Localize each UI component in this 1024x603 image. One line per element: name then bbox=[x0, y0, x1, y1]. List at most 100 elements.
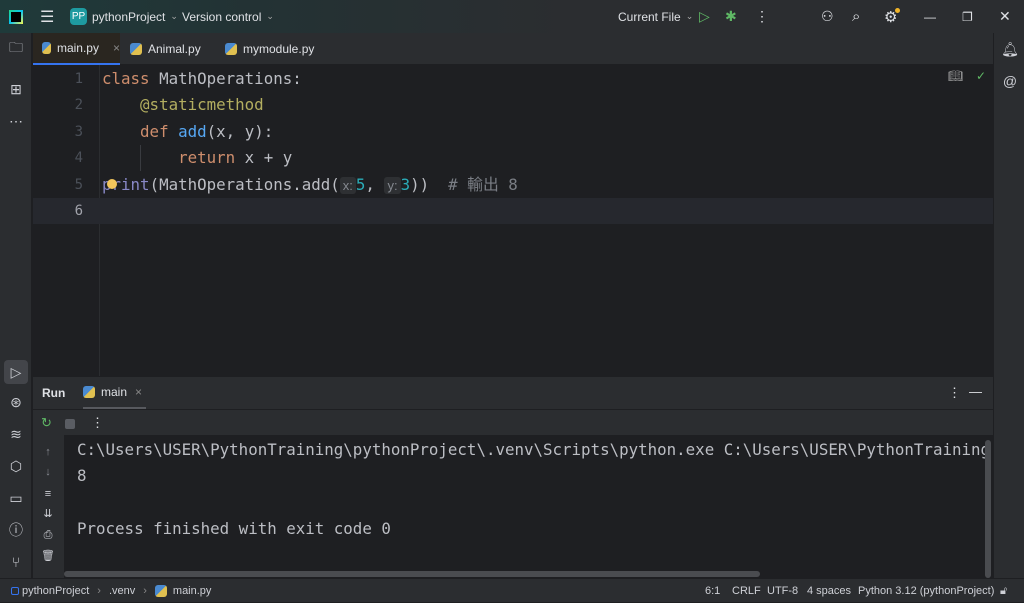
left-tool-strip: 🗀 ⊞ ⋯ ▷ ⊛ ≋ ⬡ ▭ ⓘ ⑂ bbox=[0, 33, 32, 578]
indent-guide bbox=[140, 145, 141, 171]
more-tools-icon[interactable]: ⋯ bbox=[6, 111, 26, 131]
code-line-5: print(MathOperations.add(x: 5, y: 3)) # 輸出… bbox=[102, 175, 518, 194]
line-number: 2 bbox=[74, 97, 83, 113]
python-file-icon bbox=[42, 42, 51, 54]
close-tab-icon[interactable]: × bbox=[135, 385, 142, 399]
param-hint: x: bbox=[339, 177, 356, 194]
minimize-button[interactable]: — bbox=[924, 0, 936, 33]
file-encoding[interactable]: UTF-8 bbox=[767, 579, 798, 603]
python-file-icon bbox=[130, 43, 142, 55]
module-icon bbox=[11, 587, 19, 595]
vertical-scrollbar[interactable] bbox=[985, 440, 991, 578]
param-hint: y: bbox=[384, 177, 401, 194]
run-icon[interactable]: ▷ bbox=[699, 0, 710, 33]
down-arrow-icon[interactable]: ↓ bbox=[41, 465, 55, 479]
rerun-icon[interactable]: ↻ bbox=[41, 415, 52, 431]
intention-bulb-icon[interactable] bbox=[107, 179, 117, 189]
python-interpreter[interactable]: Python 3.12 (pythonProject) bbox=[858, 579, 994, 603]
tab-animal-py[interactable]: Animal.py bbox=[130, 33, 201, 65]
project-badge: PP bbox=[70, 8, 87, 25]
close-window-button[interactable]: ✕ bbox=[999, 0, 1011, 33]
current-line-highlight bbox=[33, 198, 993, 224]
console-line: Process finished with exit code 0 bbox=[77, 519, 391, 538]
scroll-to-end-icon[interactable]: ⇊ bbox=[41, 507, 55, 521]
line-number: 6 bbox=[74, 203, 83, 219]
right-tool-strip: 🔔︎ @ bbox=[993, 33, 1024, 578]
project-folder-icon[interactable]: 🗀 bbox=[6, 39, 26, 59]
line-number: 1 bbox=[74, 71, 83, 87]
close-tab-icon[interactable]: × bbox=[113, 41, 120, 55]
python-console-icon[interactable]: ⊛ bbox=[6, 392, 26, 412]
caret-position[interactable]: 6:1 bbox=[705, 579, 720, 603]
debug-icon[interactable]: ✱ bbox=[725, 0, 737, 33]
settings-icon[interactable]: ⚙ bbox=[884, 0, 900, 33]
chevron-down-icon: ⌄ bbox=[170, 11, 178, 21]
vcs-label: Version control bbox=[182, 9, 262, 24]
console-output[interactable]: C:\Users\USER\PythonTraining\pythonProje… bbox=[64, 435, 993, 578]
services-icon[interactable]: ⬡ bbox=[6, 456, 26, 476]
code-editor[interactable]: 1 2 3 4 5 6 class MathOperations: @stati… bbox=[33, 65, 993, 376]
code-line-2: @staticmethod bbox=[140, 95, 264, 114]
python-file-icon bbox=[154, 585, 167, 597]
horizontal-scrollbar[interactable] bbox=[64, 571, 760, 577]
more-icon[interactable]: ⋮ bbox=[755, 0, 769, 33]
code-line-1: class MathOperations: bbox=[102, 69, 302, 88]
lock-icon[interactable]: 🔓︎ bbox=[1000, 579, 1007, 603]
maximize-button[interactable]: ❐ bbox=[962, 0, 973, 33]
line-number: 3 bbox=[74, 124, 83, 140]
run-config-label: Current File bbox=[618, 9, 681, 24]
tab-main-py[interactable]: main.py × bbox=[33, 33, 120, 65]
divider bbox=[33, 409, 993, 410]
ai-assistant-icon[interactable]: @ bbox=[1000, 71, 1020, 91]
vcs-selector[interactable]: Version control ⌄ bbox=[182, 0, 274, 33]
add-user-icon[interactable]: ⚇ bbox=[821, 0, 834, 33]
more-icon[interactable]: ⋮ bbox=[91, 415, 104, 431]
notifications-icon[interactable]: 🔔︎ bbox=[1000, 39, 1020, 59]
inspection-ok-icon[interactable]: ✓ bbox=[976, 69, 986, 83]
breadcrumb: pythonProject › .venv › main.py bbox=[11, 579, 211, 603]
app-logo-icon bbox=[9, 0, 23, 33]
indent-setting[interactable]: 4 spaces bbox=[807, 579, 851, 603]
reader-mode-icon[interactable]: 📖︎ bbox=[948, 69, 963, 83]
run-config-selector[interactable]: Current File ⌄ bbox=[618, 0, 693, 33]
run-config-tab[interactable]: main × bbox=[83, 377, 146, 409]
structure-icon[interactable]: ⊞ bbox=[6, 79, 26, 99]
search-icon[interactable]: ⌕ bbox=[852, 0, 860, 33]
options-icon[interactable]: ⋮ bbox=[948, 385, 961, 401]
chevron-down-icon: ⌄ bbox=[266, 11, 274, 21]
tab-label: Animal.py bbox=[148, 42, 201, 56]
up-arrow-icon[interactable]: ↑ bbox=[41, 445, 55, 459]
line-separator[interactable]: CRLF bbox=[732, 579, 761, 603]
code-line-4: return x + y bbox=[178, 148, 293, 167]
tab-label: main bbox=[101, 385, 128, 399]
breadcrumb-item[interactable]: main.py bbox=[173, 579, 212, 603]
python-packages-icon[interactable]: ≋ bbox=[6, 424, 26, 444]
tab-label: mymodule.py bbox=[243, 42, 315, 56]
line-number: 5 bbox=[74, 177, 83, 193]
python-file-icon bbox=[225, 43, 237, 55]
terminal-icon[interactable]: ▭ bbox=[6, 488, 26, 508]
run-tool-icon[interactable]: ▷ bbox=[4, 360, 28, 384]
editor-tabs: main.py × Animal.py mymodule.py bbox=[33, 33, 993, 65]
title-bar: ☰ PP pythonProject ⌄ Version control ⌄ Cur… bbox=[0, 0, 1024, 33]
breadcrumb-item[interactable]: .venv bbox=[109, 579, 135, 603]
line-number: 4 bbox=[74, 150, 83, 166]
stop-icon[interactable] bbox=[65, 419, 75, 429]
status-bar: pythonProject › .venv › main.py 6:1 CRLF U… bbox=[0, 578, 1024, 602]
hide-panel-icon[interactable]: — bbox=[969, 384, 982, 399]
print-icon[interactable]: ⎙ bbox=[41, 528, 55, 542]
console-line: C:\Users\USER\PythonTraining\pythonProje… bbox=[77, 440, 991, 459]
project-selector[interactable]: PP pythonProject ⌄ bbox=[70, 0, 178, 33]
breadcrumb-item[interactable]: pythonProject bbox=[22, 579, 89, 603]
run-panel-title: Run bbox=[42, 386, 66, 400]
main-menu-icon[interactable]: ☰ bbox=[40, 0, 54, 33]
git-icon[interactable]: ⑂ bbox=[6, 552, 26, 572]
console-line: 8 bbox=[77, 466, 87, 485]
problems-icon[interactable]: ⓘ bbox=[6, 520, 26, 540]
trash-icon[interactable]: 🗑︎ bbox=[41, 549, 55, 563]
python-file-icon bbox=[83, 386, 95, 398]
soft-wrap-icon[interactable]: ≡ bbox=[41, 487, 55, 501]
tab-mymodule-py[interactable]: mymodule.py bbox=[225, 33, 314, 65]
chevron-down-icon: ⌄ bbox=[685, 11, 694, 21]
code-line-3: def add(x, y): bbox=[140, 122, 274, 141]
